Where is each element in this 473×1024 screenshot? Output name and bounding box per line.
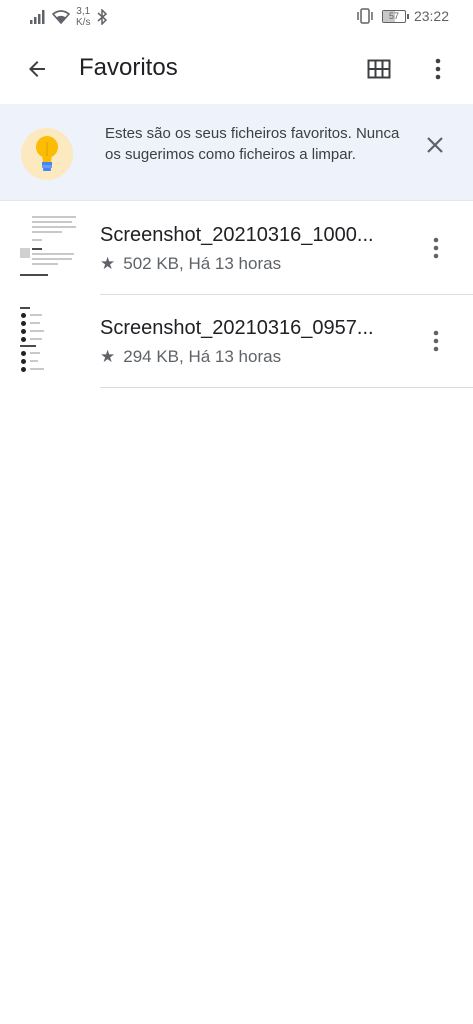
file-meta: ★ 502 KB, Há 13 horas xyxy=(100,254,281,274)
clock: 23:22 xyxy=(413,8,449,24)
grid-view-button[interactable] xyxy=(358,48,400,90)
arrow-back-icon xyxy=(29,61,45,77)
network-speed: 3,1 K/s xyxy=(76,6,90,28)
file-size-date: 294 KB, Há 13 horas xyxy=(123,347,282,366)
file-thumbnail xyxy=(18,305,80,377)
file-name: Screenshot_20210316_0957... xyxy=(100,317,374,339)
bluetooth-icon xyxy=(97,9,108,25)
battery-indicator: 57 xyxy=(381,9,409,23)
file-meta: ★ 294 KB, Há 13 horas xyxy=(100,347,281,367)
row-divider xyxy=(100,387,473,388)
lightbulb-icon xyxy=(36,136,58,171)
signal-icon xyxy=(30,10,45,24)
more-vert-icon xyxy=(433,237,439,259)
more-options-button[interactable] xyxy=(417,48,459,90)
wifi-icon xyxy=(52,10,70,24)
network-speed-value: 3,1 xyxy=(76,6,91,17)
more-vert-icon xyxy=(435,58,441,80)
back-button[interactable] xyxy=(16,48,58,90)
file-row[interactable]: Screenshot_20210316_1000... ★ 502 KB, Há… xyxy=(0,202,473,295)
file-row[interactable]: Screenshot_20210316_0957... ★ 294 KB, Há… xyxy=(0,295,473,388)
dismiss-banner-button[interactable] xyxy=(414,124,456,166)
status-bar-left: 3,1 K/s xyxy=(30,6,108,28)
favorites-file-list: Screenshot_20210316_1000... ★ 502 KB, Há… xyxy=(0,202,473,388)
favorites-info-banner: Estes são os seus ficheiros favoritos. N… xyxy=(0,104,473,201)
app-bar: Favoritos xyxy=(0,34,473,104)
close-icon xyxy=(427,137,443,153)
lightbulb-badge xyxy=(21,128,73,180)
star-icon: ★ xyxy=(100,347,116,366)
page-title: Favoritos xyxy=(79,54,178,81)
file-more-options-button[interactable] xyxy=(415,320,457,362)
vibrate-icon xyxy=(357,8,373,24)
file-name: Screenshot_20210316_1000... xyxy=(100,224,374,246)
file-size-date: 502 KB, Há 13 horas xyxy=(123,254,282,273)
banner-message: Estes são os seus ficheiros favoritos. N… xyxy=(105,125,400,163)
file-more-options-button[interactable] xyxy=(415,227,457,269)
network-speed-unit: K/s xyxy=(76,17,91,28)
more-vert-icon xyxy=(433,330,439,352)
file-thumbnail xyxy=(18,212,80,284)
star-icon: ★ xyxy=(100,254,116,273)
battery-level: 57 xyxy=(388,10,399,21)
status-bar: 3,1 K/s 57 23:22 xyxy=(0,0,473,34)
status-bar-right: 57 23:22 xyxy=(356,8,449,24)
grid-view-icon xyxy=(367,59,391,79)
